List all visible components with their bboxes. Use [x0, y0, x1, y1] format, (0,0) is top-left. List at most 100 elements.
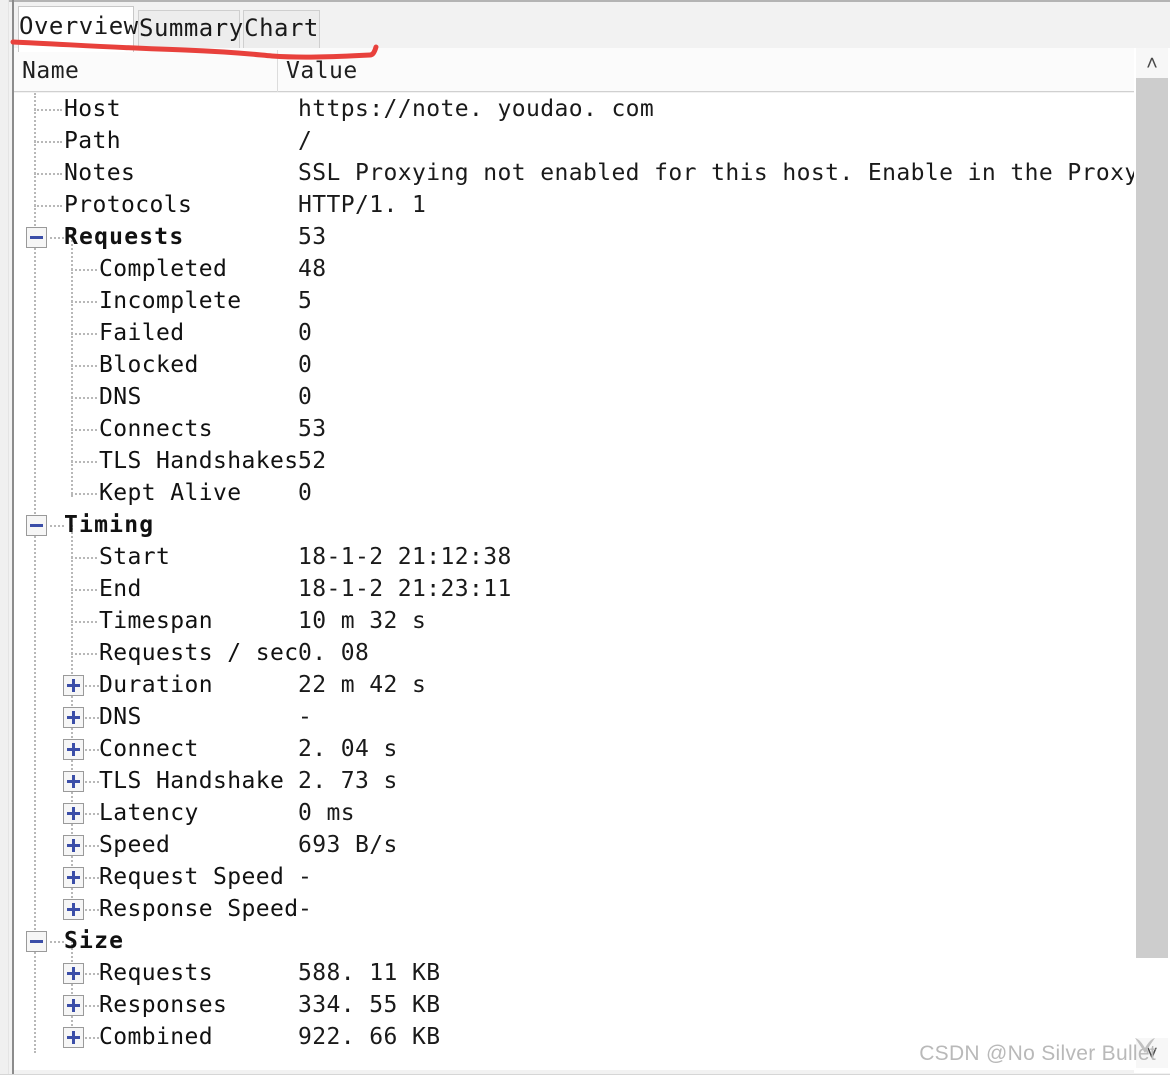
tree-row[interactable]: Connects 53 — [14, 413, 1134, 445]
tree-row[interactable]: Host https://note. youdao. com — [14, 93, 1134, 125]
tree-row[interactable]: Requests 588. 11 KB — [14, 957, 1134, 989]
expand-node-button[interactable] — [63, 1027, 84, 1048]
tree-row[interactable]: Incomplete 5 — [14, 285, 1134, 317]
tree-row-name: End — [99, 576, 142, 602]
left-gutter — [0, 0, 9, 1078]
tree-row-value: 0 — [298, 320, 313, 346]
expand-node-button[interactable] — [63, 995, 84, 1016]
tree-row[interactable]: Latency 0 ms — [14, 797, 1134, 829]
expand-node-button[interactable] — [63, 963, 84, 984]
tree-row[interactable]: Kept Alive 0 — [14, 477, 1134, 509]
vertical-scrollbar[interactable]: ˄ ˅ — [1134, 48, 1170, 1073]
collapse-node-button[interactable] — [26, 515, 47, 536]
tree-row[interactable]: Responses 334. 55 KB — [14, 989, 1134, 1021]
tree-connector — [71, 461, 97, 464]
expand-node-button[interactable] — [63, 739, 84, 760]
tree-row-value: 18-1-2 21:23:11 — [298, 576, 512, 602]
tree-row[interactable]: DNS - — [14, 701, 1134, 733]
expand-node-button[interactable] — [63, 707, 84, 728]
tree-row[interactable]: Speed 693 B/s — [14, 829, 1134, 861]
tree-row[interactable]: Failed 0 — [14, 317, 1134, 349]
window-top-border — [0, 0, 1170, 2]
expand-node-button[interactable] — [63, 899, 84, 920]
tree-row[interactable]: Start 18-1-2 21:12:38 — [14, 541, 1134, 573]
tree-row[interactable]: Blocked 0 — [14, 349, 1134, 381]
tree-row-value: 0 — [298, 352, 313, 378]
tree-connector — [71, 333, 97, 336]
tree-row[interactable]: Completed 48 — [14, 253, 1134, 285]
chevron-up-icon: ˄ — [1145, 51, 1159, 75]
tree-connector — [45, 525, 64, 528]
tree-row-value: 922. 66 KB — [298, 1024, 441, 1050]
tree-row-value: - — [298, 864, 313, 890]
watermark-text: CSDN @No Silver Bullet — [919, 1042, 1156, 1065]
expand-node-button[interactable] — [63, 835, 84, 856]
tree-row-value: 22 m 42 s — [298, 672, 427, 698]
tree-row-name: Notes — [64, 160, 136, 186]
tree-row[interactable]: Path / — [14, 125, 1134, 157]
expand-node-button[interactable] — [63, 803, 84, 824]
tree-row-name: Failed — [99, 320, 185, 346]
tree-row-name: Size — [64, 928, 125, 954]
tree-connector — [71, 493, 97, 496]
scrollbar-thumb[interactable] — [1136, 78, 1168, 958]
tree-row[interactable]: DNS 0 — [14, 381, 1134, 413]
tree-connector — [45, 237, 64, 240]
tree-row[interactable]: TLS Handshakes 52 — [14, 445, 1134, 477]
tree-row[interactable]: Request Speed - — [14, 861, 1134, 893]
tree-row-value: 2. 73 s — [298, 768, 398, 794]
tree-row-name: Requests — [99, 960, 213, 986]
tree-row-name: TLS Handshake — [99, 768, 285, 794]
charles-session-overview-window: Overview Summary Chart Name Value Host http… — [0, 0, 1170, 1078]
scroll-up-button[interactable]: ˄ — [1136, 48, 1168, 78]
tree-row[interactable]: Timespan 10 m 32 s — [14, 605, 1134, 637]
table-header-row: Name Value — [14, 48, 1170, 92]
tree-row-name: Connects — [99, 416, 213, 442]
collapse-node-button[interactable] — [26, 227, 47, 248]
tree-connector — [82, 685, 99, 688]
tree-row[interactable]: Requests 53 — [14, 221, 1134, 253]
tree-connector — [82, 813, 99, 816]
tree-connector — [82, 1037, 99, 1040]
tree-row[interactable]: End 18-1-2 21:23:11 — [14, 573, 1134, 605]
expand-node-button[interactable] — [63, 771, 84, 792]
window-bottom-border — [0, 1074, 1170, 1078]
tree-row[interactable]: Duration 22 m 42 s — [14, 669, 1134, 701]
tree-row[interactable]: TLS Handshake 2. 73 s — [14, 765, 1134, 797]
tree-connector — [82, 1005, 99, 1008]
tree-row-value: https://note. youdao. com — [298, 96, 655, 122]
tree-row[interactable]: Protocols HTTP/1. 1 — [14, 189, 1134, 221]
expand-node-button[interactable] — [63, 675, 84, 696]
tree-row-name: Combined — [99, 1024, 213, 1050]
overview-tree[interactable]: Host https://note. youdao. com Path / Notes S… — [14, 93, 1134, 1070]
tree-row[interactable]: Connect 2. 04 s — [14, 733, 1134, 765]
tree-row-name: Timespan — [99, 608, 213, 634]
tab-summary[interactable]: Summary — [138, 10, 243, 48]
tree-row-name: Request Speed — [99, 864, 285, 890]
tree-row[interactable]: Timing — [14, 509, 1134, 541]
tree-row[interactable]: Requests / sec 0. 08 — [14, 637, 1134, 669]
tab-overview[interactable]: Overview — [18, 6, 138, 52]
collapse-node-button[interactable] — [26, 931, 47, 952]
tree-row-name: Response Speed — [99, 896, 299, 922]
tree-row[interactable]: Response Speed - — [14, 893, 1134, 925]
column-header-value[interactable]: Value — [286, 57, 358, 85]
tree-row-value: 52 — [298, 448, 327, 474]
tree-row-value: 588. 11 KB — [298, 960, 441, 986]
tree-row-value: 53 — [298, 416, 327, 442]
tree-row-value: - — [298, 704, 313, 730]
tree-row[interactable]: Size — [14, 925, 1134, 957]
tree-row-value: 693 B/s — [298, 832, 398, 858]
tree-row-value: 5 — [298, 288, 313, 314]
tab-chart[interactable]: Chart — [243, 10, 320, 48]
tree-row[interactable]: Notes SSL Proxying not enabled for this h… — [14, 157, 1134, 189]
scrollbar-track[interactable] — [1136, 78, 1168, 1038]
tree-row-value: 48 — [298, 256, 327, 282]
tree-row-name: Speed — [99, 832, 171, 858]
expand-node-button[interactable] — [63, 867, 84, 888]
column-header-name[interactable]: Name — [22, 57, 79, 85]
tree-row-name: Completed — [99, 256, 228, 282]
tree-connector — [82, 781, 99, 784]
column-divider[interactable] — [277, 50, 278, 92]
tree-connector — [34, 141, 62, 144]
